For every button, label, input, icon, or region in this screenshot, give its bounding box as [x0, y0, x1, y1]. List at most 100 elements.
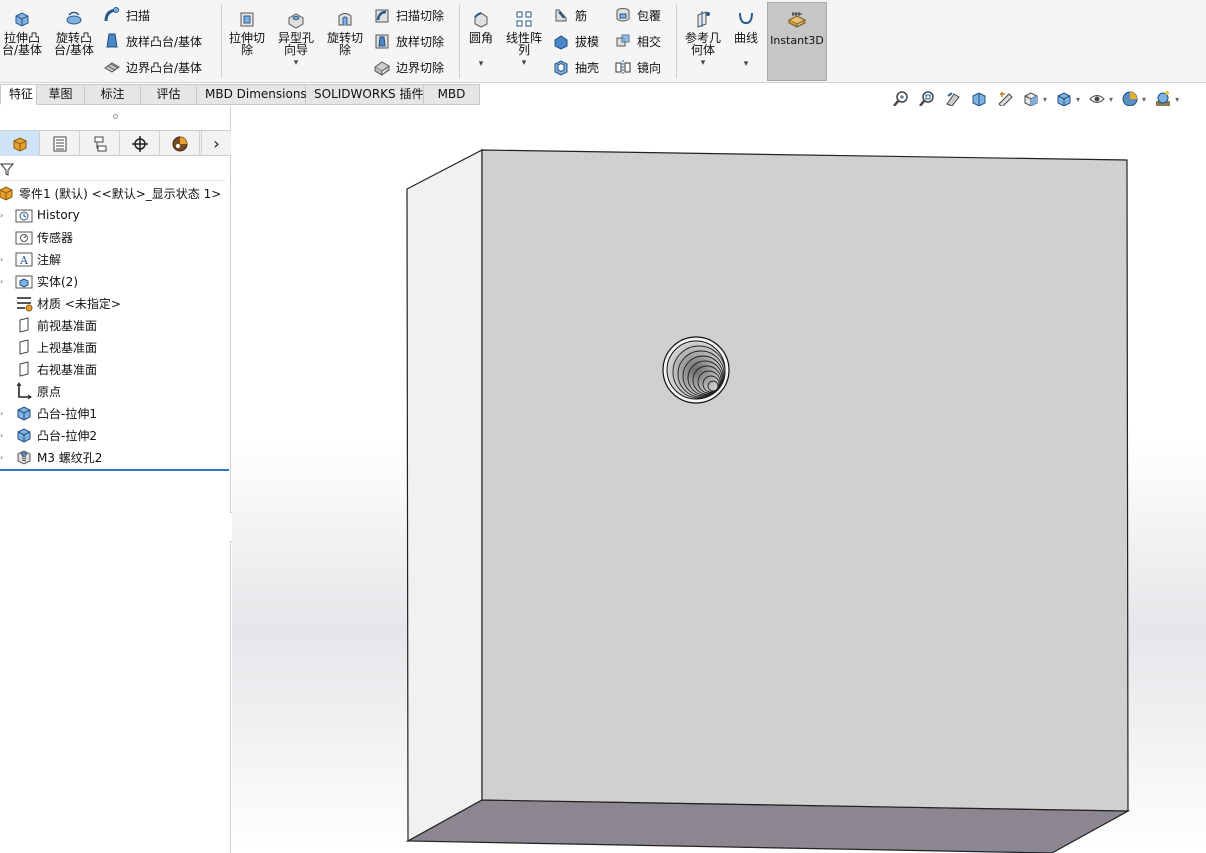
expand-arrow-icon[interactable]: ›: [0, 409, 6, 418]
tab-annotation[interactable]: 标注: [85, 84, 141, 105]
intersect-label: 相交: [637, 34, 662, 49]
boundary-boss-button[interactable]: 边界凸台/基体: [101, 56, 202, 78]
tab-evaluate[interactable]: 评估: [141, 84, 197, 105]
hole-wizard-button[interactable]: 异型孔 向导 ▾: [274, 8, 318, 68]
tree-item-annotations[interactable]: › A 注解: [0, 248, 231, 270]
tree-item-boss-extrude1[interactable]: › 凸台-拉伸1: [0, 402, 231, 424]
reference-geometry-dropdown-icon[interactable]: ▾: [701, 59, 706, 68]
plane-icon: [14, 337, 34, 357]
expand-arrow-icon[interactable]: ›: [0, 431, 6, 440]
tree-item-origin[interactable]: 原点: [0, 380, 231, 402]
curves-dropdown-icon[interactable]: ▾: [744, 60, 749, 69]
configuration-icon: [94, 136, 106, 151]
tree-root-part[interactable]: 零件1 (默认) <<默认>_显示状态 1>: [0, 182, 231, 204]
feature-manager-tab[interactable]: [0, 131, 40, 156]
hole-wizard-dropdown-icon[interactable]: ▾: [294, 59, 299, 68]
configuration-manager-tab[interactable]: [80, 131, 120, 156]
sweep-icon: [101, 5, 123, 25]
tree-item-sensors[interactable]: 传感器: [0, 226, 231, 248]
tab-solidworks-addins[interactable]: SOLIDWORKS 插件: [306, 84, 424, 105]
expand-arrow-icon[interactable]: ›: [0, 211, 6, 220]
tree-filter-row: [0, 157, 225, 181]
instant3d-toggle[interactable]: Instant3D: [767, 2, 827, 81]
feature-tree: 零件1 (默认) <<默认>_显示状态 1> › History 传感器 › A…: [0, 182, 231, 471]
hole-wizard-label: 异型孔 向导: [277, 31, 314, 57]
tree-item-m3-tapped-hole[interactable]: › M3 螺纹孔2: [0, 446, 231, 468]
curves-button[interactable]: 曲线 ▾: [730, 8, 762, 69]
hide-show-dropdown-icon[interactable]: ▾: [1109, 95, 1113, 104]
shell-icon: [550, 57, 572, 77]
property-manager-tab[interactable]: [40, 131, 80, 156]
dimxpert-manager-tab[interactable]: [120, 131, 160, 156]
part-model[interactable]: [232, 106, 1206, 853]
tree-item-top-plane[interactable]: 上视基准面: [0, 336, 231, 358]
tree-item-history[interactable]: › History: [0, 204, 231, 226]
feature-manager-panel: › 零件1 (默认) <<默认>_显示状态 1> › History 传感器 ›…: [0, 106, 231, 853]
extrude-boss-button[interactable]: 拉伸凸 台/基体: [0, 8, 44, 56]
history-folder-icon: [14, 205, 34, 225]
tab-sketch[interactable]: 草图: [37, 84, 85, 105]
reference-geometry-icon: [692, 8, 714, 30]
tree-item-front-plane[interactable]: 前视基准面: [0, 314, 231, 336]
boundary-cut-label: 边界切除: [396, 60, 445, 75]
boundary-boss-label: 边界凸台/基体: [126, 60, 203, 75]
expand-arrow-icon[interactable]: ›: [0, 453, 6, 462]
extrude-cut-label: 拉伸切 除: [228, 31, 265, 57]
instant3d-label: Instant3D: [770, 34, 824, 47]
m3-threaded-hole[interactable]: [662, 336, 730, 404]
tab-features[interactable]: 特征: [0, 84, 37, 105]
expand-arrow-icon[interactable]: ›: [0, 255, 6, 264]
boundary-cut-button[interactable]: 边界切除: [371, 56, 444, 78]
swept-cut-button[interactable]: 扫描切除: [371, 4, 444, 26]
tree-item-material[interactable]: 材质 <未指定>: [0, 292, 231, 314]
loft-boss-button[interactable]: 放样凸台/基体: [101, 30, 202, 52]
material-icon: [14, 293, 34, 313]
ribbon-separator: [459, 4, 460, 78]
revolve-cut-label: 旋转切 除: [326, 31, 363, 57]
fillet-button[interactable]: 圆角 ▾: [463, 8, 499, 69]
revolve-boss-button[interactable]: 旋转凸 台/基体: [52, 8, 96, 56]
rib-button[interactable]: 筋: [550, 4, 587, 26]
expand-arrow-icon[interactable]: ›: [0, 277, 6, 286]
fillet-label: 圆角: [468, 31, 493, 45]
edit-appearance-dropdown-icon[interactable]: ▾: [1142, 95, 1146, 104]
panel-collapse-grip[interactable]: [0, 106, 231, 128]
side-face[interactable]: [406, 149, 483, 843]
property-list-icon: [53, 136, 66, 151]
tree-item-boss-extrude2[interactable]: › 凸台-拉伸2: [0, 424, 231, 446]
linear-pattern-dropdown-icon[interactable]: ▾: [522, 59, 527, 68]
mirror-button[interactable]: 镜向: [612, 56, 661, 78]
plane-icon: [14, 359, 34, 379]
front-face[interactable]: [481, 149, 1129, 812]
tree-item-solid-bodies[interactable]: › 实体(2): [0, 270, 231, 292]
fillet-dropdown-icon[interactable]: ▾: [479, 60, 484, 69]
lofted-cut-button[interactable]: 放样切除: [371, 30, 444, 52]
wrap-button[interactable]: 包覆: [612, 4, 661, 26]
draft-button[interactable]: 拔模: [550, 30, 599, 52]
revolve-cut-button[interactable]: 旋转切 除: [323, 8, 367, 56]
intersect-button[interactable]: 相交: [612, 30, 661, 52]
tab-mbd[interactable]: MBD: [424, 84, 480, 105]
feature-tree-icon: [13, 136, 26, 152]
fillet-icon: [470, 8, 492, 30]
part-icon: [0, 183, 16, 203]
view-orientation-dropdown-icon[interactable]: ▾: [1043, 95, 1047, 104]
linear-pattern-button[interactable]: 线性阵 列 ▾: [502, 8, 546, 68]
tab-mbd-dimensions[interactable]: MBD Dimensions: [197, 84, 307, 105]
grip-dot-icon: [113, 113, 118, 119]
display-style-dropdown-icon[interactable]: ▾: [1076, 95, 1080, 104]
tree-item-label: 上视基准面: [37, 340, 98, 355]
display-manager-tab[interactable]: [160, 131, 200, 156]
reference-geometry-button[interactable]: 参考几 何体 ▾: [681, 8, 725, 68]
rollback-bar[interactable]: [0, 469, 229, 471]
more-tabs-button[interactable]: ›: [201, 131, 231, 156]
tree-item-right-plane[interactable]: 右视基准面: [0, 358, 231, 380]
graphics-area[interactable]: [232, 106, 1206, 853]
sweep-button[interactable]: 扫描: [101, 4, 150, 26]
shell-button[interactable]: 抽壳: [550, 56, 599, 78]
tree-item-label: 传感器: [37, 230, 74, 245]
apply-scene-dropdown-icon[interactable]: ▾: [1175, 95, 1179, 104]
filter-icon[interactable]: [0, 162, 14, 176]
boss-extrude-icon: [14, 403, 34, 423]
extrude-cut-button[interactable]: 拉伸切 除: [225, 8, 269, 56]
